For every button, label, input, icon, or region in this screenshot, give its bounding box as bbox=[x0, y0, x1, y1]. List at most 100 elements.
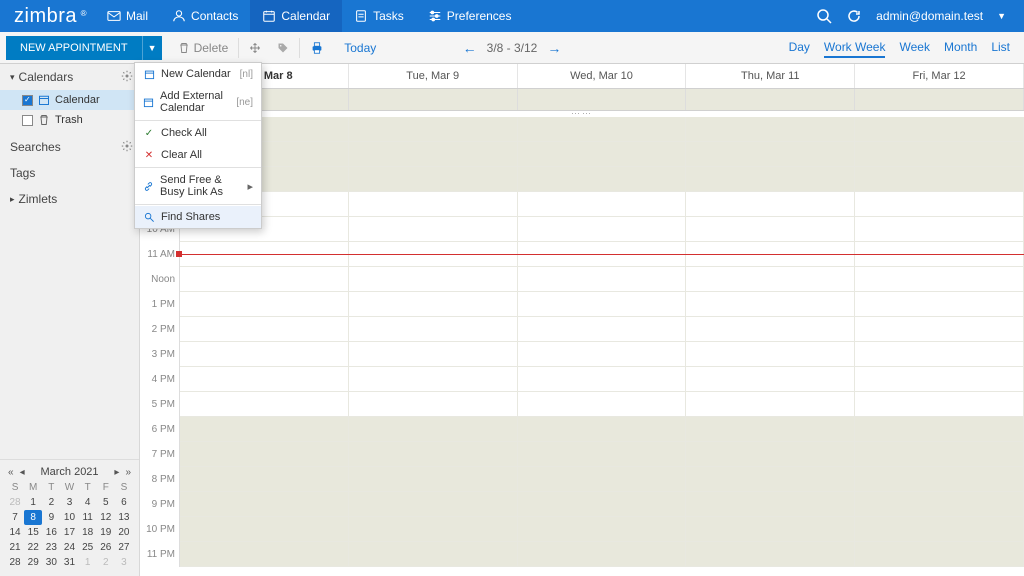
calendar-cell[interactable] bbox=[349, 317, 518, 342]
minical-day[interactable]: 26 bbox=[97, 540, 115, 555]
minical-day[interactable]: 25 bbox=[79, 540, 97, 555]
calendar-cell[interactable] bbox=[686, 142, 855, 167]
calendar-cell[interactable] bbox=[180, 417, 349, 442]
ctx-send-free-busy[interactable]: Send Free & Busy Link As ▸ bbox=[135, 169, 261, 203]
calendar-cell[interactable] bbox=[855, 292, 1024, 317]
calendar-cell[interactable] bbox=[180, 392, 349, 417]
calendar-cell[interactable] bbox=[855, 517, 1024, 542]
prev-week-button[interactable]: ← bbox=[463, 40, 477, 56]
minical-day[interactable]: 23 bbox=[42, 540, 60, 555]
calendar-cell[interactable] bbox=[518, 417, 687, 442]
minical-day[interactable]: 14 bbox=[6, 525, 24, 540]
minical-day[interactable]: 1 bbox=[24, 495, 42, 510]
minical-day[interactable]: 1 bbox=[79, 555, 97, 570]
sidebar-zimlets-header[interactable]: ▸ Zimlets bbox=[0, 186, 139, 212]
calendar-cell[interactable] bbox=[855, 417, 1024, 442]
minical-day[interactable]: 10 bbox=[60, 510, 78, 525]
calendar-cell[interactable] bbox=[518, 192, 687, 217]
ctx-clear-all[interactable]: ✕ Clear All bbox=[135, 144, 261, 166]
calendar-cell[interactable] bbox=[518, 217, 687, 242]
calendar-cell[interactable] bbox=[686, 467, 855, 492]
calendar-cell[interactable] bbox=[349, 117, 518, 142]
calendar-cell[interactable] bbox=[349, 367, 518, 392]
minical-next-year[interactable]: » bbox=[123, 467, 133, 478]
calendar-cell[interactable] bbox=[180, 342, 349, 367]
minical-day[interactable]: 4 bbox=[79, 495, 97, 510]
calendar-cell[interactable] bbox=[180, 292, 349, 317]
calendar-cell[interactable] bbox=[349, 342, 518, 367]
calendar-cell[interactable] bbox=[855, 442, 1024, 467]
calendar-cell[interactable] bbox=[518, 542, 687, 567]
sidebar-item-calendar[interactable]: Calendar bbox=[0, 90, 139, 110]
minical-day[interactable]: 22 bbox=[24, 540, 42, 555]
minical-day[interactable]: 7 bbox=[6, 510, 24, 525]
calendar-cell[interactable] bbox=[518, 117, 687, 142]
calendar-cell[interactable] bbox=[349, 542, 518, 567]
calendar-cell[interactable] bbox=[349, 217, 518, 242]
new-appointment-button[interactable]: NEW APPOINTMENT ▼ bbox=[6, 36, 162, 60]
calendar-cell[interactable] bbox=[349, 267, 518, 292]
calendar-cell[interactable] bbox=[686, 392, 855, 417]
minical-day[interactable]: 18 bbox=[79, 525, 97, 540]
view-week[interactable]: Week bbox=[899, 38, 929, 58]
print-button[interactable] bbox=[302, 41, 332, 55]
calendar-cell[interactable] bbox=[855, 267, 1024, 292]
minical-day[interactable]: 6 bbox=[115, 495, 133, 510]
calendar-cell[interactable] bbox=[349, 467, 518, 492]
calendar-cell[interactable] bbox=[855, 367, 1024, 392]
calendar-cell[interactable] bbox=[349, 167, 518, 192]
day-header-fri[interactable]: Fri, Mar 12 bbox=[855, 64, 1024, 88]
minical-day[interactable]: 16 bbox=[42, 525, 60, 540]
calendar-cell[interactable] bbox=[855, 467, 1024, 492]
calendar-cell[interactable] bbox=[518, 342, 687, 367]
view-month[interactable]: Month bbox=[944, 38, 977, 58]
nav-contacts[interactable]: Contacts bbox=[160, 0, 250, 32]
minical-day[interactable]: 9 bbox=[42, 510, 60, 525]
user-dropdown-icon[interactable]: ▼ bbox=[997, 11, 1006, 21]
minical-day[interactable]: 8 bbox=[24, 510, 42, 525]
calendar-cell[interactable] bbox=[349, 442, 518, 467]
minical-day[interactable]: 2 bbox=[97, 555, 115, 570]
sidebar-tags-header[interactable]: Tags bbox=[0, 160, 139, 186]
minical-day[interactable]: 3 bbox=[115, 555, 133, 570]
searches-gear-icon[interactable] bbox=[121, 140, 133, 152]
view-day[interactable]: Day bbox=[789, 38, 810, 58]
calendar-cell[interactable] bbox=[349, 392, 518, 417]
sidebar-calendars-header[interactable]: ▾ Calendars bbox=[0, 64, 139, 90]
minical-day[interactable]: 11 bbox=[79, 510, 97, 525]
nav-mail[interactable]: Mail bbox=[95, 0, 160, 32]
trash-checkbox[interactable] bbox=[22, 115, 33, 126]
minical-day[interactable]: 28 bbox=[6, 555, 24, 570]
calendar-cell[interactable] bbox=[518, 317, 687, 342]
calendar-cell[interactable] bbox=[518, 442, 687, 467]
minical-day[interactable]: 21 bbox=[6, 540, 24, 555]
calendar-cell[interactable] bbox=[686, 317, 855, 342]
calendar-cell[interactable] bbox=[686, 192, 855, 217]
calendar-cell[interactable] bbox=[855, 542, 1024, 567]
minical-day[interactable]: 12 bbox=[97, 510, 115, 525]
nav-calendar[interactable]: Calendar bbox=[250, 0, 342, 32]
calendar-cell[interactable] bbox=[180, 542, 349, 567]
calendar-cell[interactable] bbox=[686, 117, 855, 142]
calendar-cell[interactable] bbox=[518, 292, 687, 317]
ctx-find-shares[interactable]: Find Shares bbox=[135, 206, 261, 228]
day-header-thu[interactable]: Thu, Mar 11 bbox=[686, 64, 855, 88]
minical-day[interactable]: 17 bbox=[60, 525, 78, 540]
calendar-cell[interactable] bbox=[349, 192, 518, 217]
calendar-cell[interactable] bbox=[855, 142, 1024, 167]
calendar-cell[interactable] bbox=[349, 492, 518, 517]
calendar-cell[interactable] bbox=[855, 492, 1024, 517]
calendars-gear-icon[interactable] bbox=[121, 70, 133, 82]
calendar-cell[interactable] bbox=[518, 167, 687, 192]
calendar-scroll[interactable]: 6 AM7 AM8 AM9 AM10 AM11 AMNoon1 PM2 PM3 … bbox=[140, 117, 1024, 576]
minical-prev-year[interactable]: « bbox=[6, 467, 16, 478]
calendar-cell[interactable] bbox=[686, 292, 855, 317]
nav-tasks[interactable]: Tasks bbox=[342, 0, 416, 32]
minical-day[interactable]: 30 bbox=[42, 555, 60, 570]
calendar-cell[interactable] bbox=[349, 142, 518, 167]
calendar-cell[interactable] bbox=[686, 217, 855, 242]
new-appointment-dropdown[interactable]: ▼ bbox=[142, 36, 162, 60]
minical-next-month[interactable]: ▸ bbox=[112, 467, 121, 478]
ctx-new-calendar[interactable]: New Calendar [nl] bbox=[135, 63, 261, 85]
minical-day[interactable]: 5 bbox=[97, 495, 115, 510]
